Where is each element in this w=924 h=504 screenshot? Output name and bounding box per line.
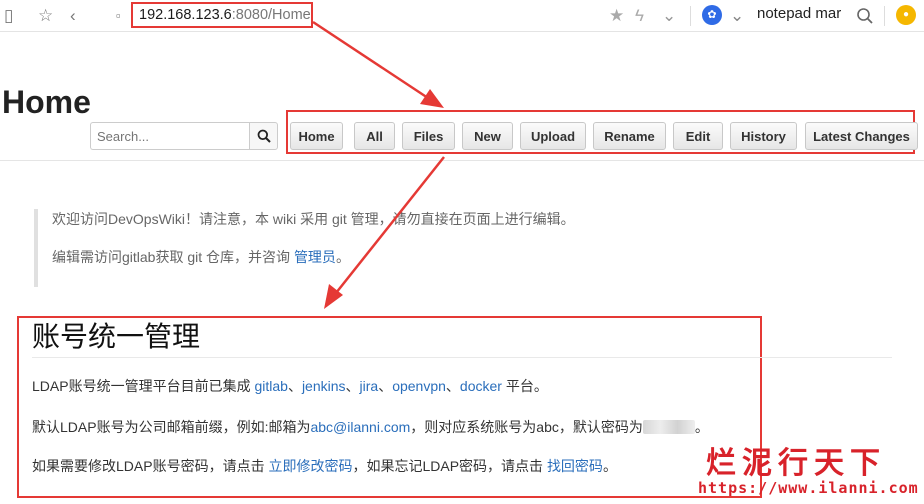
lightning-icon[interactable]: ϟ [635,6,644,26]
gitlab-link[interactable]: gitlab [254,378,287,394]
change-password-link[interactable]: 立即修改密码 [268,458,352,474]
address-bar[interactable]: 192.168.123.6:8080/Home [131,2,313,28]
nav-home-button[interactable]: Home [290,122,343,150]
toolbar-divider [884,6,885,26]
nav-files-button[interactable]: Files [402,122,455,150]
search-icon [257,129,271,143]
platforms-suffix: 平台。 [501,378,548,394]
nav-history-button[interactable]: History [730,122,797,150]
default-account-text: 默认LDAP账号为公司邮箱前缀，例如:邮箱为 [32,419,311,435]
notice-line-1: 欢迎访问DevOpsWiki！请注意，本 wiki 采用 git 管理，请勿直接… [52,211,575,227]
separator: 、 [345,378,360,394]
paw-icon[interactable]: ✿ [702,5,722,25]
section-title: 账号统一管理 [32,320,201,353]
separator: 、 [445,378,460,394]
notice-blockquote: 欢迎访问DevOpsWiki！请注意，本 wiki 采用 git 管理，请勿直接… [34,209,734,287]
separator: 、 [378,378,393,394]
notice-line-2-end: 。 [335,249,350,265]
arrow-url-to-nav [312,20,429,100]
toolbar-divider [690,6,691,26]
password-mid: ，如果忘记LDAP密码，请点击 [352,458,547,474]
nav-new-button[interactable]: New [462,122,513,150]
redacted-password [642,420,695,434]
star-icon[interactable]: ☆ [38,6,53,26]
jenkins-link[interactable]: jenkins [302,378,346,394]
email-link[interactable]: abc@ilanni.com [310,419,410,435]
page-title: Home [2,84,91,120]
chevron-down-icon[interactable]: ⌄ [730,6,744,26]
notice-line-2: 编辑需访问gitlab获取 git 仓库，并咨询 管理员。 [52,247,734,267]
section-divider [32,357,892,358]
separator: 、 [287,378,302,394]
bookmark-star-icon[interactable]: ★ [609,6,624,26]
chevron-left-icon[interactable]: ‹ [70,6,76,26]
password-text: 如果需要修改LDAP账号密码，请点击 [32,458,269,474]
url-path: :8080/Home [231,7,311,23]
default-account-end: 。 [694,419,709,435]
nav-upload-button[interactable]: Upload [520,122,586,150]
header-divider [0,160,924,161]
nav-rename-button[interactable]: Rename [593,122,666,150]
watermark-url: https://www.ilanni.com [698,479,919,497]
extension-icon[interactable]: ● [896,5,916,25]
notice-line-2-text: 编辑需访问gitlab获取 git 仓库，并咨询 [52,249,294,265]
admin-link[interactable]: 管理员 [294,249,336,265]
search-button[interactable] [249,122,278,150]
docker-link[interactable]: docker [460,378,502,394]
search-icon[interactable] [856,7,874,25]
search-input[interactable] [90,122,250,150]
chevron-down-icon[interactable]: ⌄ [662,6,676,26]
watermark-logo: 烂泥行天下 [706,446,886,481]
file-icon[interactable]: ▯ [4,6,13,26]
password-end: 。 [602,458,617,474]
arrowhead [420,89,444,108]
nav-edit-button[interactable]: Edit [673,122,723,150]
page-icon: ▫ [116,8,121,23]
arrowhead [324,284,343,309]
nav-all-button[interactable]: All [354,122,395,150]
platforms-text: LDAP账号统一管理平台目前已集成 [32,378,255,394]
password-paragraph: 如果需要修改LDAP账号密码，请点击 立即修改密码，如果忘记LDAP密码，请点击… [32,456,617,476]
browser-toolbar: ▯ ☆ ‹ ▫ 192.168.123.6:8080/Home ★ ϟ ⌄ ✿ … [0,0,924,32]
recover-password-link[interactable]: 找回密码 [547,458,603,474]
url-host: 192.168.123.6 [139,7,232,23]
nav-latest-changes-button[interactable]: Latest Changes [805,122,918,150]
openvpn-link[interactable]: openvpn [392,378,446,394]
jira-link[interactable]: jira [360,378,379,394]
omnibox-search-text[interactable]: notepad mar [757,5,841,22]
default-account-mid: ，则对应系统账号为abc，默认密码为 [410,419,643,435]
default-account-paragraph: 默认LDAP账号为公司邮箱前缀，例如:邮箱为abc@ilanni.com，则对应… [32,417,709,437]
platforms-paragraph: LDAP账号统一管理平台目前已集成 gitlab、jenkins、jira、op… [32,376,548,396]
